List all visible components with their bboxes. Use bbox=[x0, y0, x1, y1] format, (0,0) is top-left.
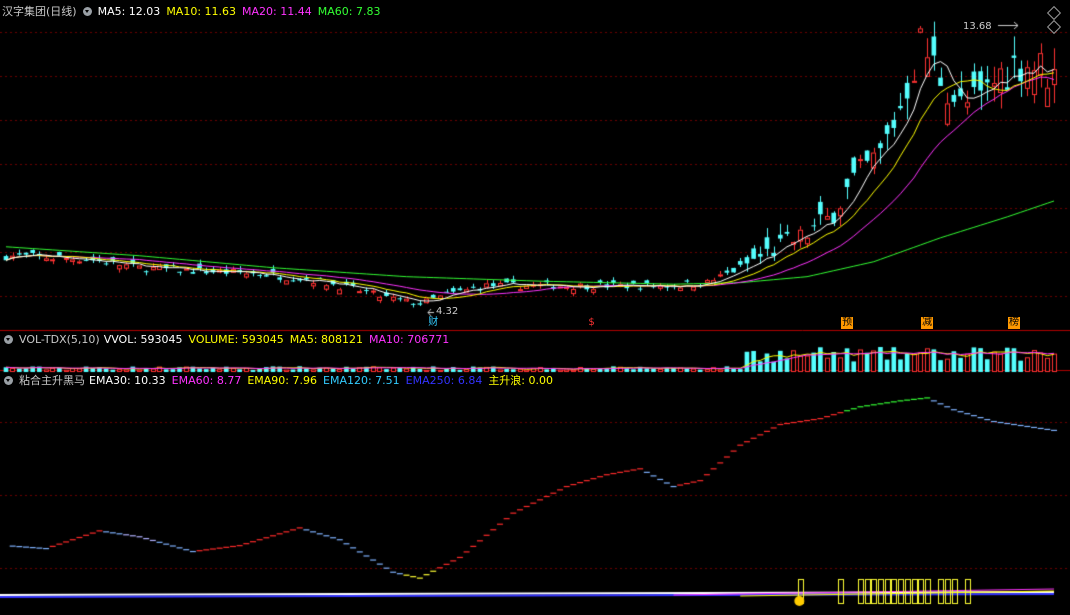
event-marker-3[interactable]: 减 bbox=[921, 317, 934, 329]
ma-list: MA5: 12.03 MA10: 11.63 MA20: 11.44 MA60: 7.… bbox=[98, 5, 387, 18]
indicator-value-3: EMA120: 7.51 bbox=[323, 374, 400, 387]
indicator-value-4: EMA250: 6.84 bbox=[405, 374, 483, 387]
volume-title: VOL-TDX(5,10) bbox=[19, 333, 100, 346]
volume-header: VOL-TDX(5,10) VVOL: 593045 VOLUME: 593045 M… bbox=[2, 332, 461, 348]
volume-value-2: MA5: 808121 bbox=[289, 333, 364, 346]
volume-value-1: VOLUME: 593045 bbox=[188, 333, 284, 346]
main-header: 汉字集团(日线) MA5: 12.03 MA10: 11.63 MA20: 11.44… bbox=[2, 4, 392, 20]
indicator-title: 粘合主升黑马 bbox=[19, 374, 85, 387]
event-marker-1[interactable]: $ bbox=[587, 317, 595, 329]
volume-value-3: MA10: 706771 bbox=[369, 333, 450, 346]
dropdown-icon[interactable] bbox=[4, 335, 13, 344]
dropdown-icon[interactable] bbox=[4, 376, 13, 385]
indicator-value-0: EMA30: 10.33 bbox=[89, 374, 166, 387]
chart-canvas bbox=[0, 0, 1070, 615]
ma-value-3: MA60: 7.83 bbox=[317, 5, 381, 18]
main-title: 汉字集团(日线) bbox=[2, 5, 77, 18]
indicator-value-1: EMA60: 8.77 bbox=[171, 374, 242, 387]
event-marker-2[interactable]: 预 bbox=[841, 317, 854, 329]
ma-value-1: MA10: 11.63 bbox=[166, 5, 237, 18]
volume-value-0: VVOL: 593045 bbox=[103, 333, 183, 346]
dropdown-icon[interactable] bbox=[82, 7, 92, 16]
ma-value-0: MA5: 12.03 bbox=[97, 5, 161, 18]
high-price-label: 13.68 bbox=[963, 21, 992, 32]
indicator-header: 粘合主升黑马 EMA30: 10.33 EMA60: 8.77 EMA90: 7.96… bbox=[2, 373, 565, 389]
ma-value-2: MA20: 11.44 bbox=[242, 5, 312, 18]
event-marker-4[interactable]: 榜 bbox=[1007, 317, 1020, 329]
indicator-values: EMA30: 10.33 EMA60: 8.77 EMA90: 7.96 EMA120… bbox=[89, 374, 559, 387]
volume-values: VVOL: 593045 VOLUME: 593045 MA5: 808121 MA1… bbox=[104, 333, 456, 346]
indicator-value-2: EMA90: 7.96 bbox=[247, 374, 317, 387]
indicator-value-5: 主升浪: 0.00 bbox=[488, 374, 554, 387]
event-marker-0[interactable]: 财 bbox=[427, 317, 439, 329]
